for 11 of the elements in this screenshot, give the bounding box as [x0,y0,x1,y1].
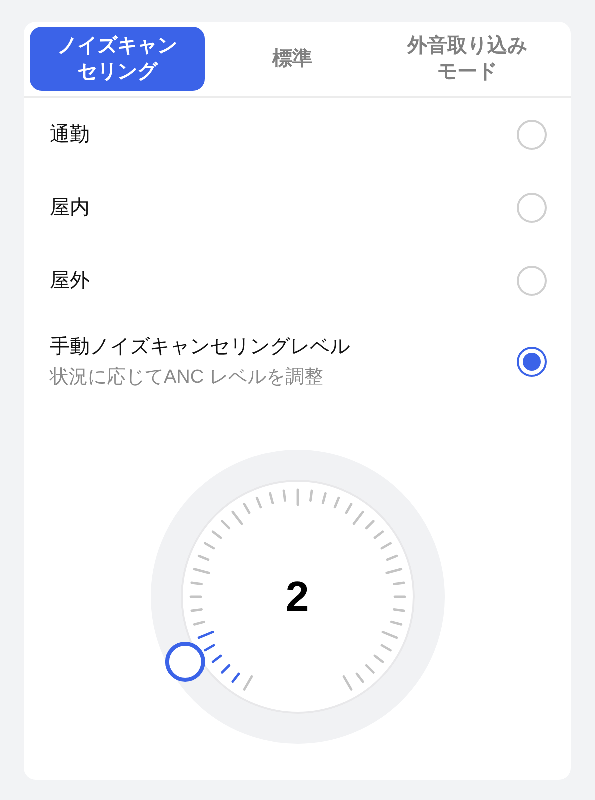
mode-tab[interactable]: 標準 [205,27,380,91]
option-description: 状況に応じてANC レベルを調整 [50,366,324,390]
option-label: 屋外 [50,268,90,294]
option-label: 手動ノイズキャンセリングレベル [50,335,350,360]
level-value: 2 [284,572,310,622]
option-label: 屋内 [50,196,90,220]
mode-tab[interactable]: ノイズキャンセリング [30,27,205,91]
mode-tab[interactable]: 外音取り込みモード [380,27,555,91]
slider-thumb[interactable] [164,642,205,682]
option-label: 通勤 [50,122,90,148]
radio-button[interactable] [517,347,547,377]
